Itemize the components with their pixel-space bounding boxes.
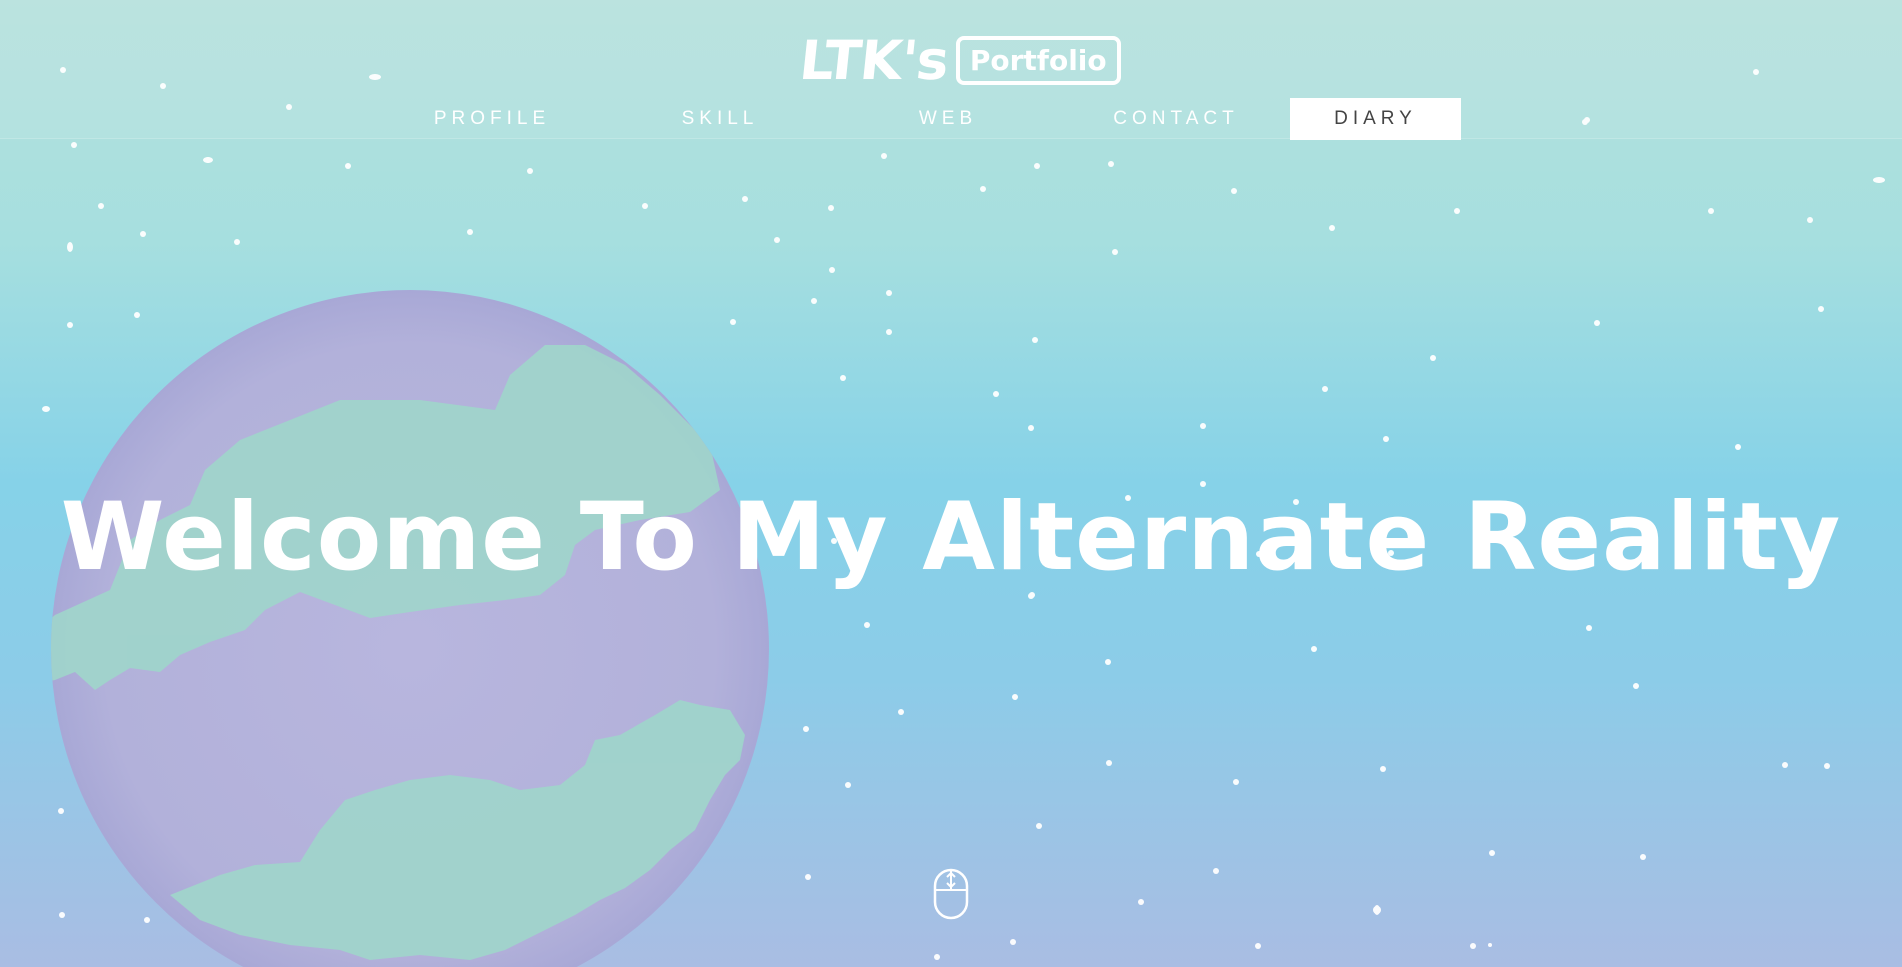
top-navigation-bar: LTK's Portfolio PROFILE SKILL WEB CONTAC… <box>0 0 1902 140</box>
main-nav: PROFILE SKILL WEB CONTACT DIARY <box>378 98 1461 140</box>
nav-item-profile[interactable]: PROFILE <box>378 98 606 140</box>
nav-item-skill[interactable]: SKILL <box>606 98 834 140</box>
logo-name: LTK's <box>796 28 952 92</box>
site-logo[interactable]: LTK's Portfolio <box>796 28 1121 92</box>
nav-item-contact[interactable]: CONTACT <box>1062 98 1290 140</box>
logo-badge: Portfolio <box>955 35 1121 85</box>
nav-item-web[interactable]: WEB <box>834 98 1062 140</box>
nav-item-diary[interactable]: DIARY <box>1290 98 1461 140</box>
mouse-scroll-icon[interactable] <box>933 868 969 920</box>
hero-title: Welcome To My Alternate Reality <box>60 482 1842 592</box>
